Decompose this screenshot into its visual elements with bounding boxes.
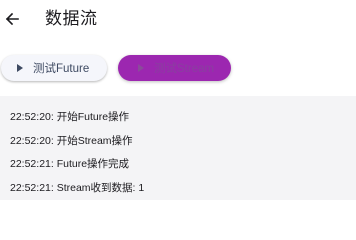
log-line: 22:52:21: Stream收到数据: 1 — [10, 182, 145, 194]
test-future-button[interactable]: 测试Future — [1, 55, 107, 81]
page-title: 数据流 — [45, 9, 98, 29]
test-stream-button[interactable]: 测试Stream — [118, 55, 231, 81]
log-line: 22:52:21: Future操作完成 — [10, 158, 130, 170]
log-line: 22:52:20: 开始Stream操作 — [10, 135, 133, 147]
test-stream-label: 测试Stream — [154, 63, 215, 75]
log-line: 22:52:20: 开始Future操作 — [10, 111, 130, 123]
button-row: 测试Future 测试Stream — [0, 55, 356, 83]
back-button[interactable] — [2, 7, 22, 31]
play-icon — [17, 64, 23, 72]
app-bar: 数据流 — [0, 0, 356, 44]
arrow-left-icon — [5, 12, 19, 26]
play-icon — [138, 64, 144, 72]
log-panel: 22:52:20: 开始Future操作 22:52:20: 开始Stream操… — [0, 96, 356, 200]
test-future-label: 测试Future — [33, 63, 90, 75]
